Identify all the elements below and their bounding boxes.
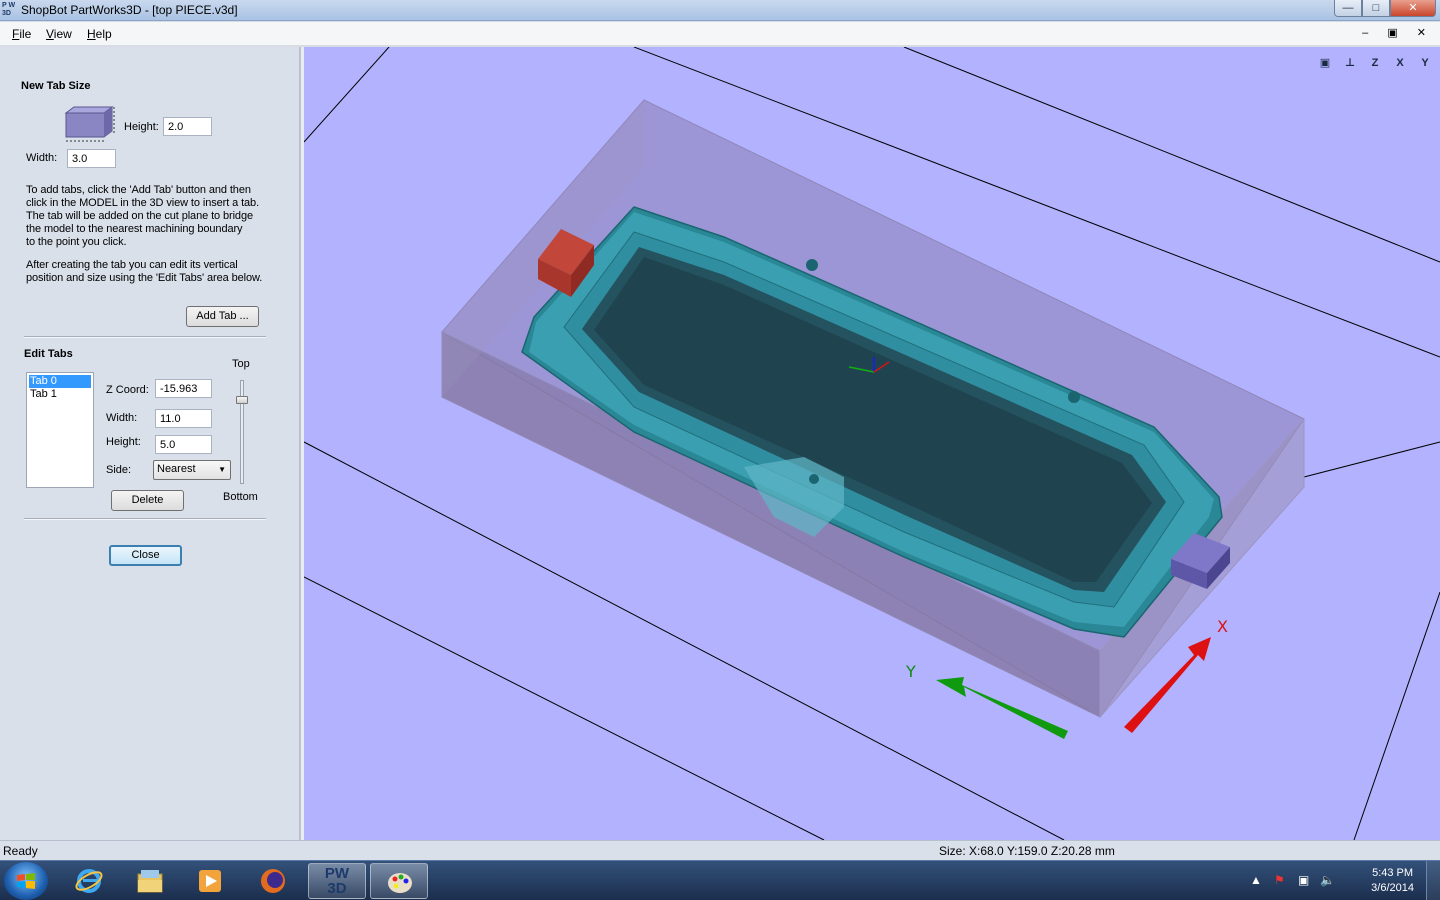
z-coord-label: Z Coord: [106, 384, 149, 396]
z-position-slider-thumb[interactable] [236, 396, 248, 404]
close-window-button[interactable]: ✕ [1390, 0, 1436, 17]
delete-tab-button[interactable]: Delete [111, 490, 184, 511]
chevron-up-icon[interactable]: ▲ [1250, 873, 1262, 887]
taskbar-media-player[interactable] [181, 863, 239, 899]
clock-date: 3/6/2014 [1371, 882, 1414, 894]
side-label: Side: [106, 464, 132, 476]
view-toolbar: ▣ ⊥ Z X Y [1314, 53, 1436, 73]
minimize-button[interactable]: — [1334, 0, 1362, 17]
x-axis-label: X [1217, 617, 1228, 636]
clock-time: 5:43 PM [1372, 867, 1414, 879]
new-tab-size-heading: New Tab Size [21, 80, 91, 92]
new-height-label: Height: [124, 121, 159, 133]
app-logo-icon: P W 3D [2, 2, 16, 17]
menu-file[interactable]: File [12, 27, 31, 41]
menu-help[interactable]: Help [87, 27, 112, 41]
maximize-button[interactable]: □ [1362, 0, 1390, 17]
partworks-icon: PW 3D [324, 865, 350, 897]
taskbar-ie[interactable] [60, 863, 118, 899]
iso-view-icon[interactable]: ⊥ [1339, 53, 1361, 73]
tab-size-icon [64, 106, 115, 142]
menu-view[interactable]: View [46, 27, 72, 41]
list-item[interactable]: Tab 1 [29, 388, 91, 401]
view-z-icon[interactable]: Z [1364, 53, 1386, 73]
taskbar: PW 3D ▲ ⚑ ▣ 🔈 5:43 PM 3/6/2014 [0, 860, 1440, 900]
add-tab-instructions: To add tabs, click the 'Add Tab' button … [26, 184, 260, 248]
windows-logo-icon [17, 873, 35, 889]
side-select[interactable]: Nearest ▼ [153, 460, 231, 480]
paint-palette-icon [388, 873, 412, 893]
tab-width-label: Width: [106, 412, 138, 424]
model-size-readout: Size: X:68.0 Y:159.0 Z:20.28 mm [939, 844, 1115, 858]
new-width-label: Width: [26, 152, 58, 164]
internet-explorer-icon [75, 869, 103, 893]
z-coord-input[interactable]: -15.963 [155, 379, 212, 398]
folder-icon [137, 870, 163, 893]
show-desktop-button[interactable] [1426, 861, 1440, 900]
zoom-extents-icon[interactable]: ▣ [1314, 53, 1336, 73]
edit-tabs-heading: Edit Tabs [24, 348, 73, 360]
network-icon[interactable]: ▣ [1298, 873, 1309, 887]
window-title: ShopBot PartWorks3D - [top PIECE.v3d] [21, 3, 238, 17]
new-height-input[interactable]: 2.0 [163, 117, 212, 136]
taskbar-explorer[interactable] [121, 863, 179, 899]
view-x-icon[interactable]: X [1389, 53, 1411, 73]
edit-tab-instructions: After creating the tab you can edit its … [26, 259, 263, 284]
mdi-window-controls[interactable]: – ▣ ✕ [1362, 26, 1434, 39]
orb-app-icon [261, 869, 285, 893]
3d-scene[interactable]: X Y [304, 47, 1440, 840]
taskbar-app-orb[interactable] [244, 863, 302, 899]
slider-bottom-label: Bottom [223, 491, 258, 503]
start-button[interactable] [4, 862, 48, 900]
system-tray: ▲ ⚑ ▣ 🔈 5:43 PM 3/6/2014 [1250, 861, 1440, 900]
window-controls: — □ ✕ [1334, 0, 1436, 18]
taskbar-partworks3d[interactable]: PW 3D [308, 863, 366, 899]
status-text: Ready [3, 844, 38, 858]
list-item[interactable]: Tab 0 [29, 375, 91, 388]
tabs-list[interactable]: Tab 0 Tab 1 [26, 372, 94, 488]
close-panel-button[interactable]: Close [109, 545, 182, 566]
new-width-input[interactable]: 3.0 [67, 149, 116, 168]
taskbar-paint[interactable] [370, 863, 428, 899]
action-center-flag-icon[interactable]: ⚑ [1274, 873, 1285, 887]
divider [24, 518, 266, 520]
title-bar: P W 3D ShopBot PartWorks3D - [top PIECE.v… [0, 0, 1440, 21]
media-player-icon [199, 870, 221, 892]
view-y-icon[interactable]: Y [1414, 53, 1436, 73]
tab-height-label: Height: [106, 436, 141, 448]
volume-icon[interactable]: 🔈 [1320, 873, 1335, 887]
3d-viewport[interactable]: X Y ▣ ⊥ Z X Y [304, 47, 1440, 840]
add-tab-button[interactable]: Add Tab ... [186, 306, 259, 327]
clock[interactable]: 5:43 PM 3/6/2014 [1371, 866, 1414, 896]
y-axis-label: Y [905, 662, 916, 681]
tab-height-input[interactable]: 5.0 [155, 435, 212, 454]
chevron-down-icon: ▼ [218, 465, 226, 474]
divider [24, 336, 266, 338]
slider-top-label: Top [232, 358, 250, 370]
menu-bar: File View Help – ▣ ✕ [0, 22, 1440, 46]
status-bar: Ready Size: X:68.0 Y:159.0 Z:20.28 mm [0, 840, 1440, 860]
tab-width-input[interactable]: 11.0 [155, 409, 212, 428]
